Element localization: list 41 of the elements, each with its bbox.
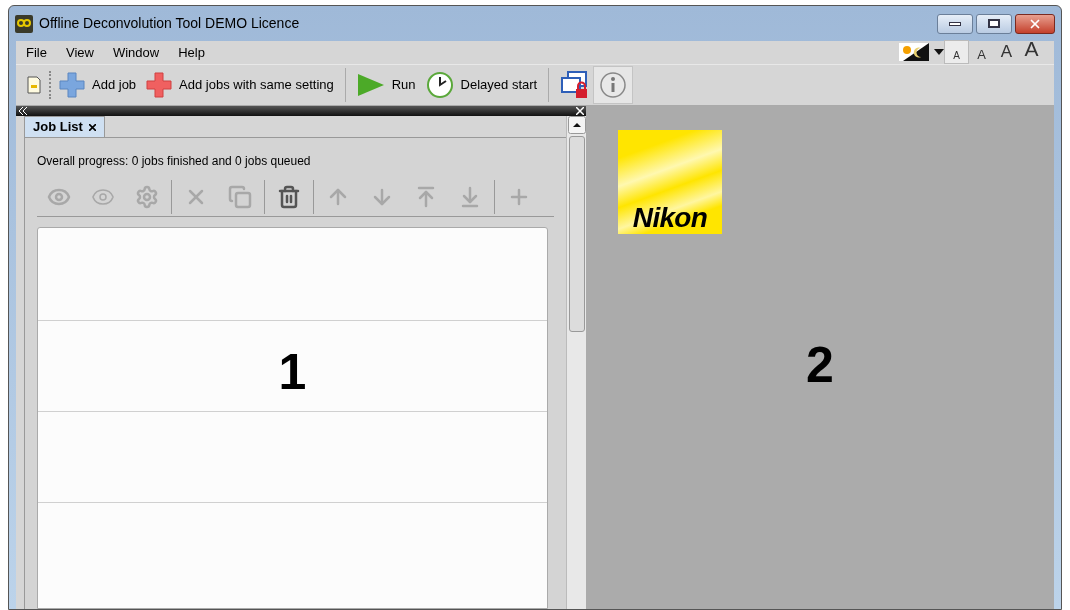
- info-icon: [599, 71, 628, 99]
- plus-icon: [59, 72, 85, 98]
- clock-icon: [425, 71, 454, 99]
- info-button[interactable]: [593, 66, 634, 104]
- toolbar-button[interactable]: Add jobs with same setting: [141, 66, 339, 104]
- annotation-number: 2: [806, 340, 834, 390]
- copy-icon[interactable]: [228, 185, 252, 209]
- font-size-button[interactable]: A: [1019, 40, 1044, 64]
- windows-lock-icon: [560, 71, 589, 99]
- collapse-icon[interactable]: [18, 107, 28, 115]
- minimize-button[interactable]: [937, 13, 973, 34]
- tab-close-icon[interactable]: [88, 123, 96, 131]
- menu-item[interactable]: Window: [112, 42, 160, 63]
- menu-item[interactable]: Help: [178, 42, 205, 63]
- app-logo-icon: [15, 14, 33, 33]
- scroll-thumb[interactable]: [568, 136, 585, 332]
- job-list-tab[interactable]: Job List: [24, 116, 105, 137]
- progress-text: Overall progress: 0 jobs finished and 0 jobs queued: [37, 153, 312, 170]
- window-title: Offline Deconvolution Tool DEMO Licence: [39, 14, 300, 33]
- font-size-button[interactable]: A: [969, 40, 994, 64]
- menu-item[interactable]: File: [26, 42, 47, 63]
- font-size-button[interactable]: A: [994, 40, 1019, 64]
- toolbar-button[interactable]: Run: [351, 66, 421, 104]
- toolbar-button[interactable]: Add job: [54, 66, 142, 104]
- caret-icon[interactable]: [934, 49, 944, 55]
- scrollbar[interactable]: [566, 116, 586, 609]
- close-icon[interactable]: [576, 107, 584, 115]
- toolbar-button[interactable]: Delayed start: [420, 66, 543, 104]
- menu-item[interactable]: View: [65, 42, 94, 63]
- font-size-button[interactable]: A: [944, 40, 969, 64]
- scroll-up-icon[interactable]: [567, 116, 586, 134]
- day-night-icon[interactable]: [899, 43, 929, 61]
- plus-icon: [146, 72, 173, 98]
- gear-icon[interactable]: [135, 185, 159, 209]
- logo-text: Nikon: [632, 204, 708, 232]
- maximize-button[interactable]: [976, 13, 1012, 34]
- play-icon: [356, 73, 385, 97]
- close-button[interactable]: [1015, 13, 1055, 34]
- annotation-number: 1: [278, 347, 307, 397]
- document-icon: [27, 76, 41, 94]
- trash-icon[interactable]: [277, 185, 301, 209]
